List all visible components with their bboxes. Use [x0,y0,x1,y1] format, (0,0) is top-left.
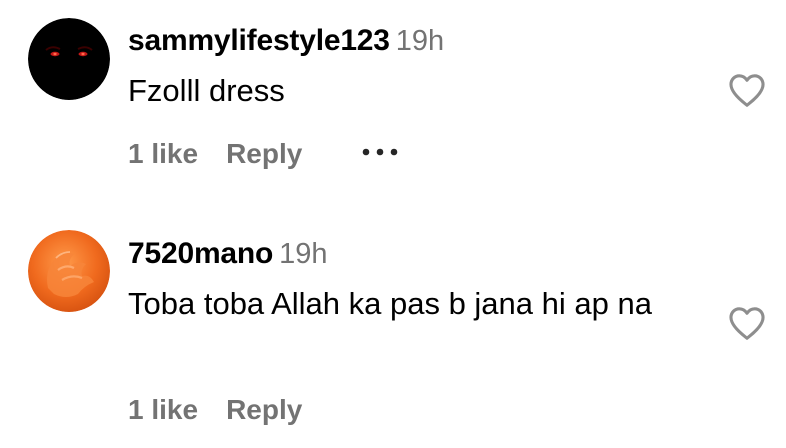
reply-button[interactable]: Reply [226,138,302,169]
avatar-image [28,18,110,100]
like-count[interactable]: 1 like [128,138,198,169]
avatar[interactable] [28,18,110,100]
comment-text: Fzolll dress [128,73,285,108]
comment-header: 7520mano 19h [128,237,328,271]
like-count[interactable]: 1 like [128,394,198,425]
username[interactable]: sammylifestyle123 [128,24,390,57]
comment-text: Toba toba Allah ka pas b jana hi ap na [128,286,652,321]
comment-header: sammylifestyle123 19h [128,24,444,58]
comment-time[interactable]: 19h [396,25,444,57]
avatar-image [28,230,110,312]
comment-actions: 1 like Reply [128,394,302,426]
heart-outline-icon[interactable] [727,305,767,341]
username[interactable]: 7520mano [128,237,273,270]
avatar[interactable] [28,230,110,312]
heart-outline-icon[interactable] [727,72,767,108]
comment-actions: 1 like Reply [128,138,302,170]
comment-time[interactable]: 19h [279,238,327,270]
reply-button[interactable]: Reply [226,394,302,425]
more-options-icon[interactable] [359,145,403,159]
